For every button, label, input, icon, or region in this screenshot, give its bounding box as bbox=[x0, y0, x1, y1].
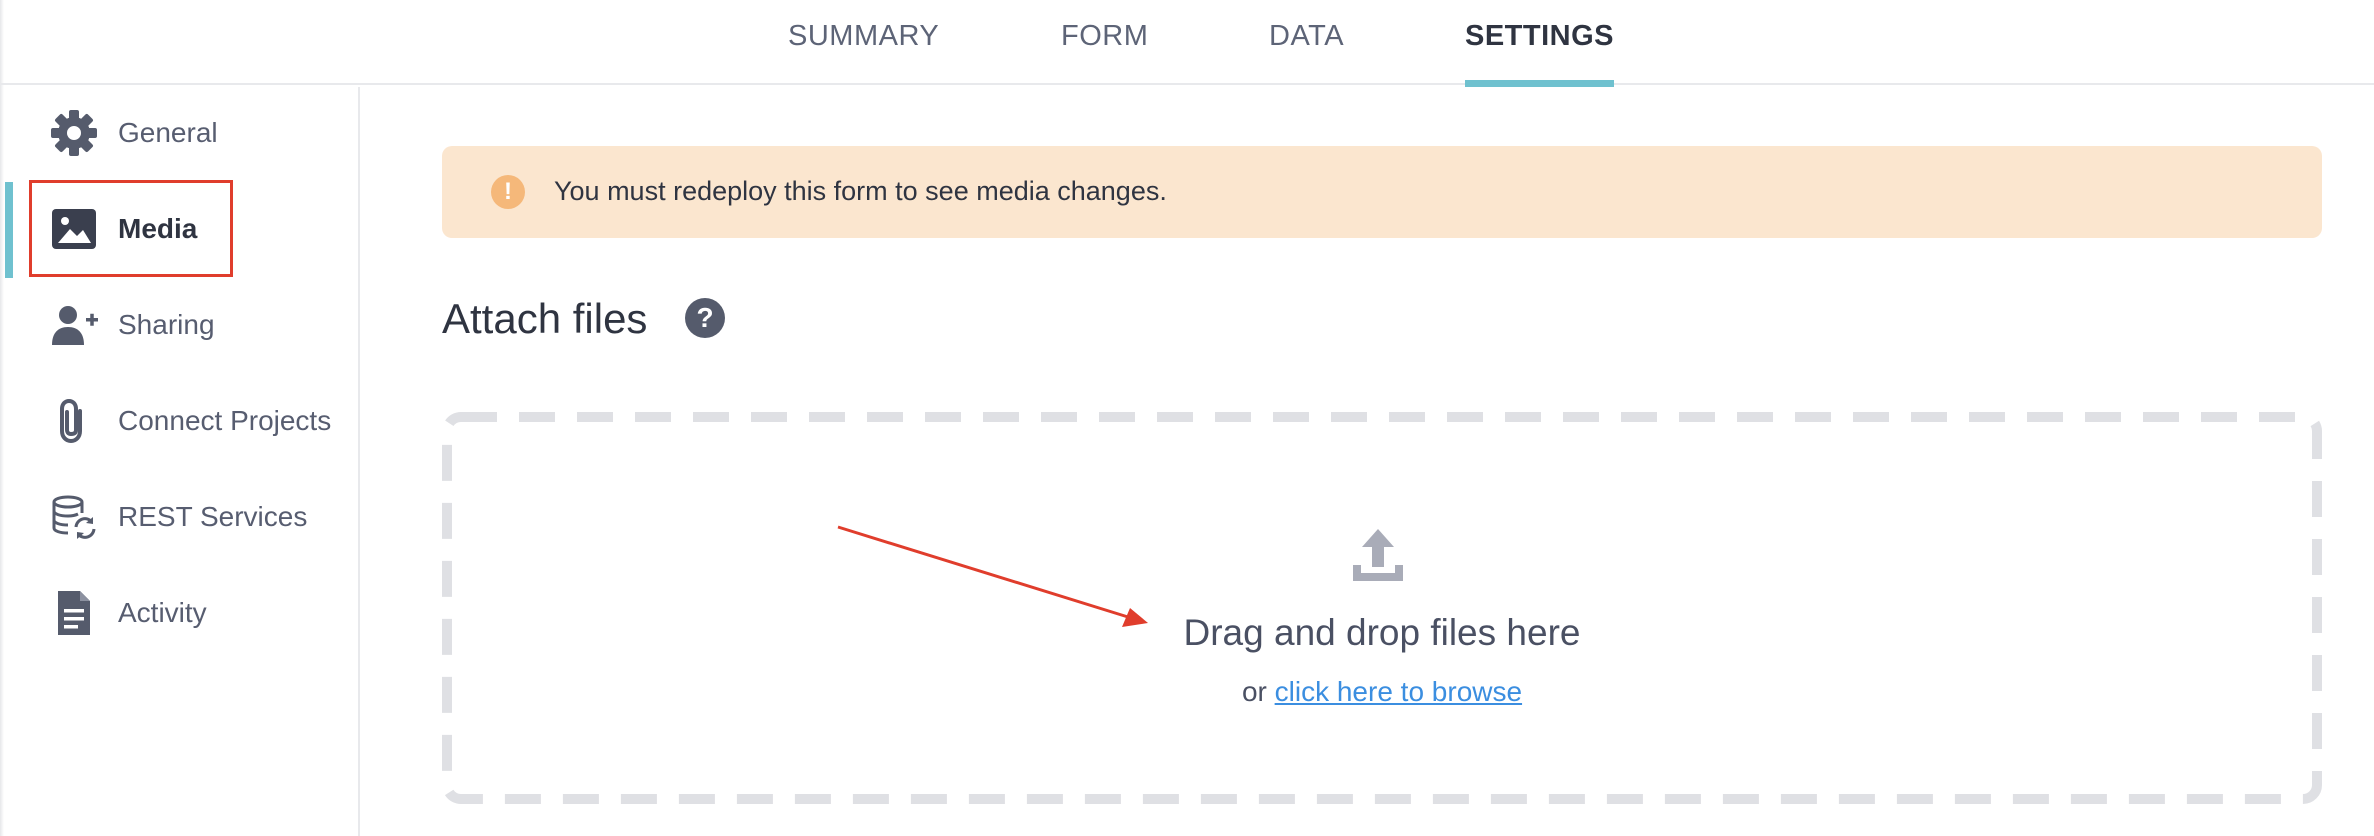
active-tab-indicator bbox=[1465, 80, 1615, 87]
tab-settings[interactable]: SETTINGS bbox=[1465, 20, 1615, 87]
page-title: Attach files bbox=[442, 295, 648, 342]
tab-form-label: FORM bbox=[1061, 20, 1149, 52]
tab-data[interactable]: DATA bbox=[1269, 20, 1344, 85]
sidebar-item-connect-projects[interactable]: Connect Projects bbox=[0, 375, 358, 467]
sidebar-item-rest-services[interactable]: REST Services bbox=[0, 471, 358, 563]
dropzone-instruction: Drag and drop files here bbox=[1183, 612, 1581, 653]
browse-link[interactable]: click here to browse bbox=[1275, 676, 1522, 707]
sidebar-item-label: REST Services bbox=[118, 501, 308, 532]
sidebar-item-label: General bbox=[118, 117, 218, 148]
redeploy-alert: ! You must redeploy this form to see med… bbox=[442, 146, 2322, 238]
dropzone-dashed-border bbox=[442, 412, 2322, 804]
tab-summary[interactable]: SUMMARY bbox=[788, 20, 939, 85]
sidebar-item-general[interactable]: General bbox=[0, 87, 358, 179]
sidebar-item-label: Activity bbox=[118, 597, 207, 628]
sidebar-item-activity[interactable]: Activity bbox=[0, 567, 358, 659]
tab-summary-label: SUMMARY bbox=[788, 20, 940, 52]
tab-form[interactable]: FORM bbox=[1061, 20, 1148, 85]
file-dropzone[interactable]: Drag and drop files here or click here t… bbox=[442, 412, 2322, 804]
upload-icon bbox=[1350, 525, 1406, 585]
alert-message: You must redeploy this form to see media… bbox=[554, 176, 1167, 206]
sidebar-item-label: Connect Projects bbox=[118, 405, 332, 436]
user-plus-icon bbox=[50, 301, 98, 349]
browse-line: or click here to browse bbox=[442, 676, 2322, 708]
document-icon bbox=[50, 589, 98, 637]
browse-prefix: or bbox=[1241, 676, 1267, 707]
database-sync-icon bbox=[50, 493, 98, 541]
annotation-highlight-box bbox=[29, 180, 233, 277]
sidebar-item-sharing[interactable]: Sharing bbox=[0, 279, 358, 371]
tab-settings-label: SETTINGS bbox=[1465, 20, 1615, 52]
gear-icon bbox=[50, 109, 98, 157]
paperclip-icon bbox=[50, 397, 98, 445]
top-tab-bar: SUMMARY FORM DATA SETTINGS bbox=[0, 0, 2374, 87]
settings-sidebar: General Media Sharing Connect Projects R… bbox=[0, 87, 360, 836]
exclamation-icon: ! bbox=[491, 175, 525, 209]
help-icon[interactable]: ? bbox=[685, 298, 725, 338]
tab-data-label: DATA bbox=[1269, 20, 1345, 52]
sidebar-item-label: Sharing bbox=[118, 309, 215, 340]
